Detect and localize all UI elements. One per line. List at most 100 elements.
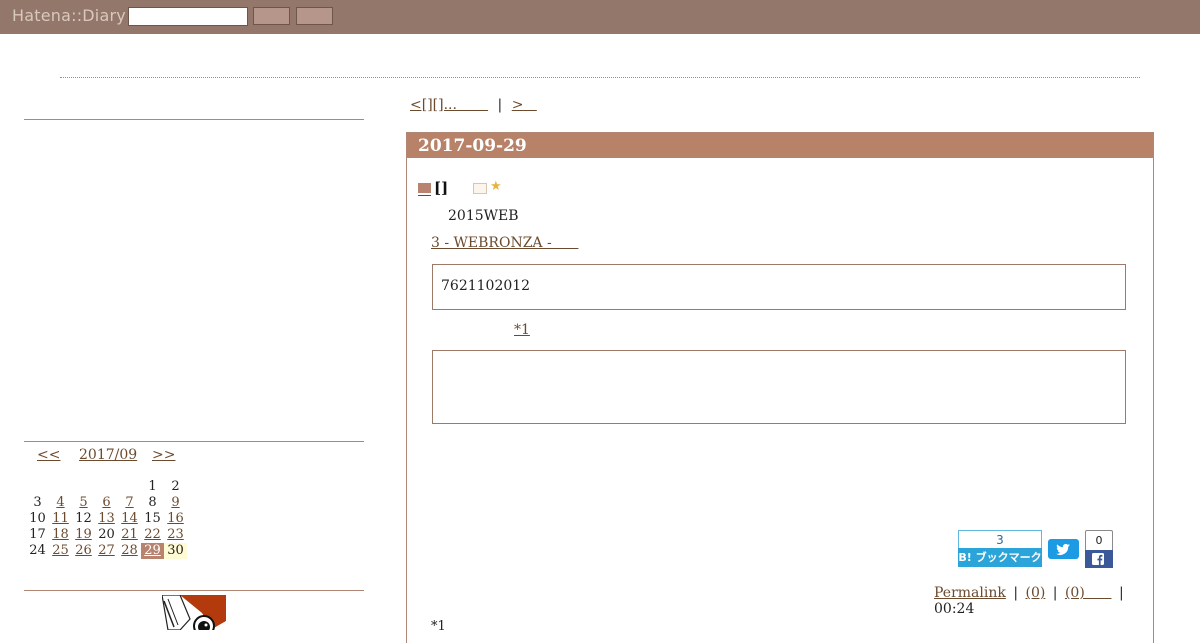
calendar-day-link[interactable]: 9 bbox=[171, 495, 179, 510]
calendar-day-link[interactable]: 27 bbox=[98, 543, 115, 558]
calendar-day-link[interactable]: 7 bbox=[125, 495, 133, 510]
section-title: [] bbox=[434, 179, 449, 197]
calendar-day-link[interactable]: 22 bbox=[144, 527, 161, 542]
facebook-share-count[interactable]: 0 bbox=[1085, 530, 1113, 550]
calendar-day-cell: 30 bbox=[164, 543, 187, 559]
calendar-day-link[interactable]: 4 bbox=[56, 495, 64, 510]
calendar-day: 20 bbox=[98, 527, 115, 542]
calendar-day-cell: 2 bbox=[164, 479, 187, 495]
calendar-day: 24 bbox=[29, 543, 46, 558]
permalink-link[interactable]: Permalink bbox=[934, 585, 1006, 601]
sidebar-divider-calendar bbox=[24, 441, 364, 442]
calendar-day-cell: 3 bbox=[26, 495, 49, 511]
calendar-day-cell bbox=[72, 479, 95, 495]
header-divider bbox=[60, 77, 1140, 78]
calendar-day-link[interactable]: 18 bbox=[52, 527, 69, 542]
calendar-day-link[interactable]: 29 bbox=[144, 543, 161, 558]
tweet-button[interactable] bbox=[1048, 539, 1079, 559]
calendar-week-row: 10 11 12 13 14 15 16 bbox=[26, 511, 187, 527]
trackbacks-link[interactable]: (0) bbox=[1065, 585, 1112, 601]
add-star-icon[interactable] bbox=[473, 183, 487, 194]
nav-separator: | bbox=[497, 97, 503, 113]
hatena-bookmark-label[interactable]: B! ブックマーク bbox=[958, 548, 1042, 567]
blockquote-1: 7621102012 bbox=[432, 264, 1126, 310]
sidebar-divider-top bbox=[24, 119, 364, 120]
calendar-day: 15 bbox=[144, 511, 161, 526]
calendar-day-cell: 18 bbox=[49, 527, 72, 543]
calendar-day-cell: 4 bbox=[49, 495, 72, 511]
calendar-day-cell bbox=[26, 479, 49, 495]
calendar-day-cell: 19 bbox=[72, 527, 95, 543]
calendar-day-cell: 1 bbox=[141, 479, 164, 495]
calendar-day-link[interactable]: 21 bbox=[121, 527, 138, 542]
calendar-day-cell: 13 bbox=[95, 511, 118, 527]
calendar-day-cell: 16 bbox=[164, 511, 187, 527]
entry-date[interactable]: 2017-09-29 bbox=[407, 133, 1153, 158]
calendar-day-link[interactable]: 28 bbox=[121, 543, 138, 558]
calendar-day-link[interactable]: 6 bbox=[102, 495, 110, 510]
blockquote-2 bbox=[432, 350, 1126, 424]
calendar-week-row: 3456789 bbox=[26, 495, 187, 511]
section-anchor-icon[interactable] bbox=[418, 183, 431, 196]
calendar-day-cell: 10 bbox=[26, 511, 49, 527]
calendar-day-cell: 17 bbox=[26, 527, 49, 543]
footnote: *1 bbox=[431, 619, 446, 634]
calendar-day-link[interactable]: 5 bbox=[79, 495, 87, 510]
calendar-day-link[interactable]: 26 bbox=[75, 543, 92, 558]
footer-separator: | bbox=[1052, 585, 1058, 601]
calendar-week-row: 24 25 26 27 28 29 30 bbox=[26, 543, 187, 559]
hatena-bookmark-button[interactable]: 3 B! ブックマーク bbox=[958, 530, 1042, 568]
calendar-day-cell: 20 bbox=[95, 527, 118, 543]
calendar-day-cell: 27 bbox=[95, 543, 118, 559]
footer-separator: | bbox=[1013, 585, 1019, 601]
calendar-next-month-link[interactable]: >> bbox=[152, 447, 175, 463]
calendar-day-link[interactable]: 11 bbox=[52, 511, 69, 526]
blockquote-1-text: 7621102012 bbox=[441, 278, 531, 294]
calendar-day-cell: 6 bbox=[95, 495, 118, 511]
calendar-day-cell: 23 bbox=[164, 527, 187, 543]
calendar-week-row: 12 bbox=[26, 479, 187, 495]
next-entry-link[interactable]: > bbox=[512, 97, 537, 113]
calendar-day-cell: 25 bbox=[49, 543, 72, 559]
calendar-day-link[interactable]: 25 bbox=[52, 543, 69, 558]
calendar-day-link[interactable]: 23 bbox=[167, 527, 184, 542]
hatena-bookmark-count[interactable]: 3 bbox=[958, 530, 1042, 548]
entry-time: 00:24 bbox=[934, 601, 975, 617]
calendar-day: 30 bbox=[167, 543, 184, 558]
calendar-day-cell: 22 bbox=[141, 527, 164, 543]
calendar-grid: 1 2 3 4 5 6 7 8 9 10 11 12 13 14 15 16 17 18 19 20 21 22 23 24 2… bbox=[26, 479, 187, 559]
calendar-day: 10 bbox=[29, 511, 46, 526]
calendar-day-cell: 5 bbox=[72, 495, 95, 511]
calendar-day-link[interactable]: 16 bbox=[167, 511, 184, 526]
calendar-day-cell: 21 bbox=[118, 527, 141, 543]
calendar-prev-month-link[interactable]: << bbox=[37, 447, 60, 463]
calendar-day-cell: 28 bbox=[118, 543, 141, 559]
calendar-month-link[interactable]: 2017/09 bbox=[79, 447, 137, 463]
diary-entry: 2017-09-29 [] ★ 2015WEB 3 - WEBRONZA - 7… bbox=[406, 132, 1154, 643]
calendar-day-cell: 9 bbox=[164, 495, 187, 511]
calendar-day-link[interactable]: 13 bbox=[98, 511, 115, 526]
calendar-day: 2 bbox=[171, 479, 180, 494]
footnote-ref-link[interactable]: *1 bbox=[514, 322, 530, 338]
calendar-day-cell: 15 bbox=[141, 511, 164, 527]
calendar-day: 3 bbox=[33, 495, 42, 510]
entry-article-link[interactable]: 3 - WEBRONZA - bbox=[431, 235, 578, 251]
search-input[interactable] bbox=[128, 7, 248, 26]
calendar-week-row: 17 18 19 20 21 22 23 bbox=[26, 527, 187, 543]
calendar-day-cell: 14 bbox=[118, 511, 141, 527]
facebook-share-button[interactable]: 0 bbox=[1085, 530, 1113, 569]
star-icon[interactable]: ★ bbox=[490, 179, 502, 194]
calendar-day-link[interactable]: 19 bbox=[75, 527, 92, 542]
calendar-day-cell: 11 bbox=[49, 511, 72, 527]
secondary-header-button[interactable] bbox=[296, 7, 333, 25]
calendar-day-cell: 7 bbox=[118, 495, 141, 511]
calendar-day-link[interactable]: 14 bbox=[121, 511, 138, 526]
comments-link[interactable]: (0) bbox=[1025, 585, 1045, 601]
hatena-diary-logo[interactable]: Hatena::Diary bbox=[12, 6, 126, 25]
entry-navigation: <[][]... | > bbox=[410, 97, 537, 113]
search-button[interactable] bbox=[253, 7, 290, 25]
twitter-bird-icon bbox=[1056, 543, 1070, 555]
sidebar-divider-bottom bbox=[24, 590, 364, 591]
facebook-icon[interactable] bbox=[1085, 550, 1113, 568]
prev-entry-link[interactable]: <[][]... bbox=[410, 97, 488, 113]
